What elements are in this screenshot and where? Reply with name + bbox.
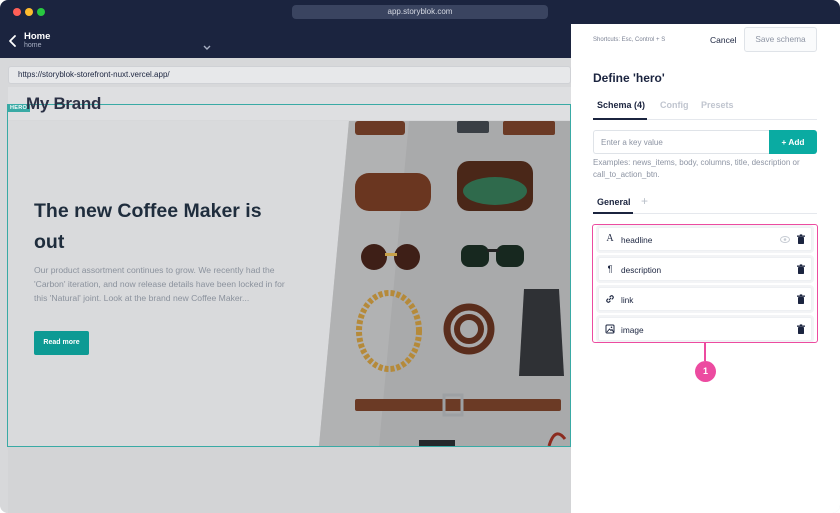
key-value-input[interactable] <box>593 130 770 154</box>
story-header: Home home <box>0 24 571 58</box>
app-window: app.storyblok.com Home home https://stor… <box>0 0 840 513</box>
panel-title: Define 'hero' <box>593 71 665 85</box>
cancel-button[interactable]: Cancel <box>710 35 736 45</box>
fields-highlight-box <box>592 224 818 343</box>
story-title: Home <box>24 31 51 42</box>
back-arrow-icon[interactable] <box>6 33 20 49</box>
minimize-window-button[interactable] <box>25 8 33 16</box>
read-more-button[interactable]: Read more <box>34 331 89 355</box>
browser-url-bar[interactable]: app.storyblok.com <box>292 5 548 19</box>
hero-headline[interactable]: The new Coffee Maker is out <box>34 196 294 258</box>
tab-general[interactable]: General <box>597 197 631 207</box>
schema-panel: Shortcuts: Esc, Control + S Cancel Save … <box>571 24 840 513</box>
active-subtab-indicator <box>593 212 633 214</box>
field-group-tabs: General + <box>593 194 817 214</box>
story-slug: home <box>24 42 42 49</box>
tab-schema[interactable]: Schema (4) <box>597 100 645 110</box>
callout-connector <box>704 343 706 361</box>
tab-presets[interactable]: Presets <box>701 100 734 110</box>
key-examples-hint: Examples: news_items, body, columns, tit… <box>593 158 800 179</box>
hero-description[interactable]: Our product assortment continues to grow… <box>34 263 298 305</box>
keyboard-shortcuts-hint: Shortcuts: Esc, Control + S <box>593 37 666 43</box>
active-tab-indicator <box>593 118 647 120</box>
site-brand-logo[interactable]: My Brand <box>26 94 101 114</box>
browser-titlebar: app.storyblok.com <box>0 0 840 24</box>
visual-preview: https://storyblok-storefront-nuxt.vercel… <box>0 58 571 513</box>
callout-badge: 1 <box>695 361 716 382</box>
close-window-button[interactable] <box>13 8 21 16</box>
tab-config[interactable]: Config <box>660 100 689 110</box>
save-schema-button[interactable]: Save schema <box>744 27 817 52</box>
maximize-window-button[interactable] <box>37 8 45 16</box>
preview-address-bar[interactable]: https://storyblok-storefront-nuxt.vercel… <box>8 66 571 84</box>
schema-tabs: Schema (4) Config Presets <box>593 100 817 120</box>
page-below-hero <box>8 447 571 513</box>
add-tab-button[interactable]: + <box>641 194 648 208</box>
chevron-down-icon[interactable] <box>203 38 211 50</box>
add-field-button[interactable]: + Add <box>769 130 817 154</box>
